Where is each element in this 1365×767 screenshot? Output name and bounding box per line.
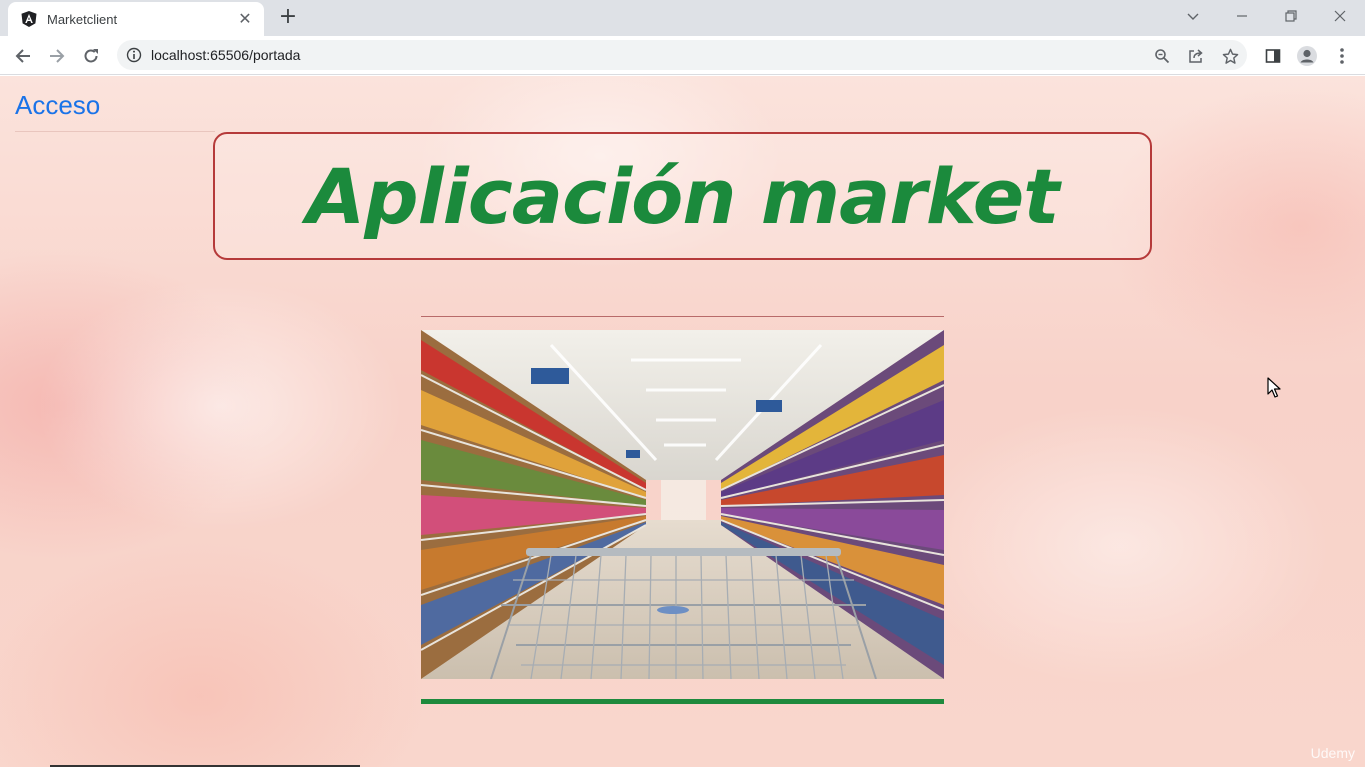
restore-icon[interactable]: [1277, 4, 1305, 28]
udemy-watermark: Udemy: [1310, 745, 1355, 761]
address-bar[interactable]: localhost:65506/portada: [117, 40, 1247, 70]
browser-tab[interactable]: Marketclient ✕: [8, 2, 264, 36]
tab-title: Marketclient: [47, 11, 118, 27]
back-icon[interactable]: [9, 42, 37, 70]
tab-close-icon[interactable]: ✕: [236, 10, 254, 28]
image-top-rule: [421, 316, 944, 317]
info-icon[interactable]: [125, 46, 143, 64]
minimize-icon[interactable]: [1228, 4, 1256, 28]
tab-strip: Marketclient ✕ +: [0, 0, 1365, 36]
title-banner: Aplicación market: [213, 132, 1152, 260]
mouse-cursor-icon: [1267, 377, 1281, 398]
acceso-link[interactable]: Acceso: [15, 90, 100, 121]
nav-divider: [15, 131, 215, 132]
new-tab-button[interactable]: +: [275, 5, 301, 31]
image-bottom-rule: [421, 699, 944, 704]
star-icon[interactable]: [1220, 46, 1240, 66]
zoom-icon[interactable]: [1152, 46, 1172, 66]
reload-icon[interactable]: [77, 42, 105, 70]
profile-icon[interactable]: [1293, 42, 1321, 70]
page-viewport: Acceso Aplicación market Udemy: [0, 76, 1365, 767]
share-icon[interactable]: [1186, 46, 1206, 66]
tab-search-icon[interactable]: [1179, 4, 1207, 28]
side-panel-icon[interactable]: [1259, 42, 1287, 70]
page-title: Aplicación market: [306, 151, 1059, 241]
forward-icon[interactable]: [43, 42, 71, 70]
menu-icon[interactable]: [1328, 42, 1356, 70]
supermarket-aisle-image: [421, 330, 944, 679]
angular-favicon-icon: [20, 10, 38, 28]
close-icon[interactable]: [1326, 4, 1354, 28]
browser-toolbar: localhost:65506/portada: [0, 36, 1365, 75]
url-text: localhost:65506/portada: [151, 47, 301, 63]
